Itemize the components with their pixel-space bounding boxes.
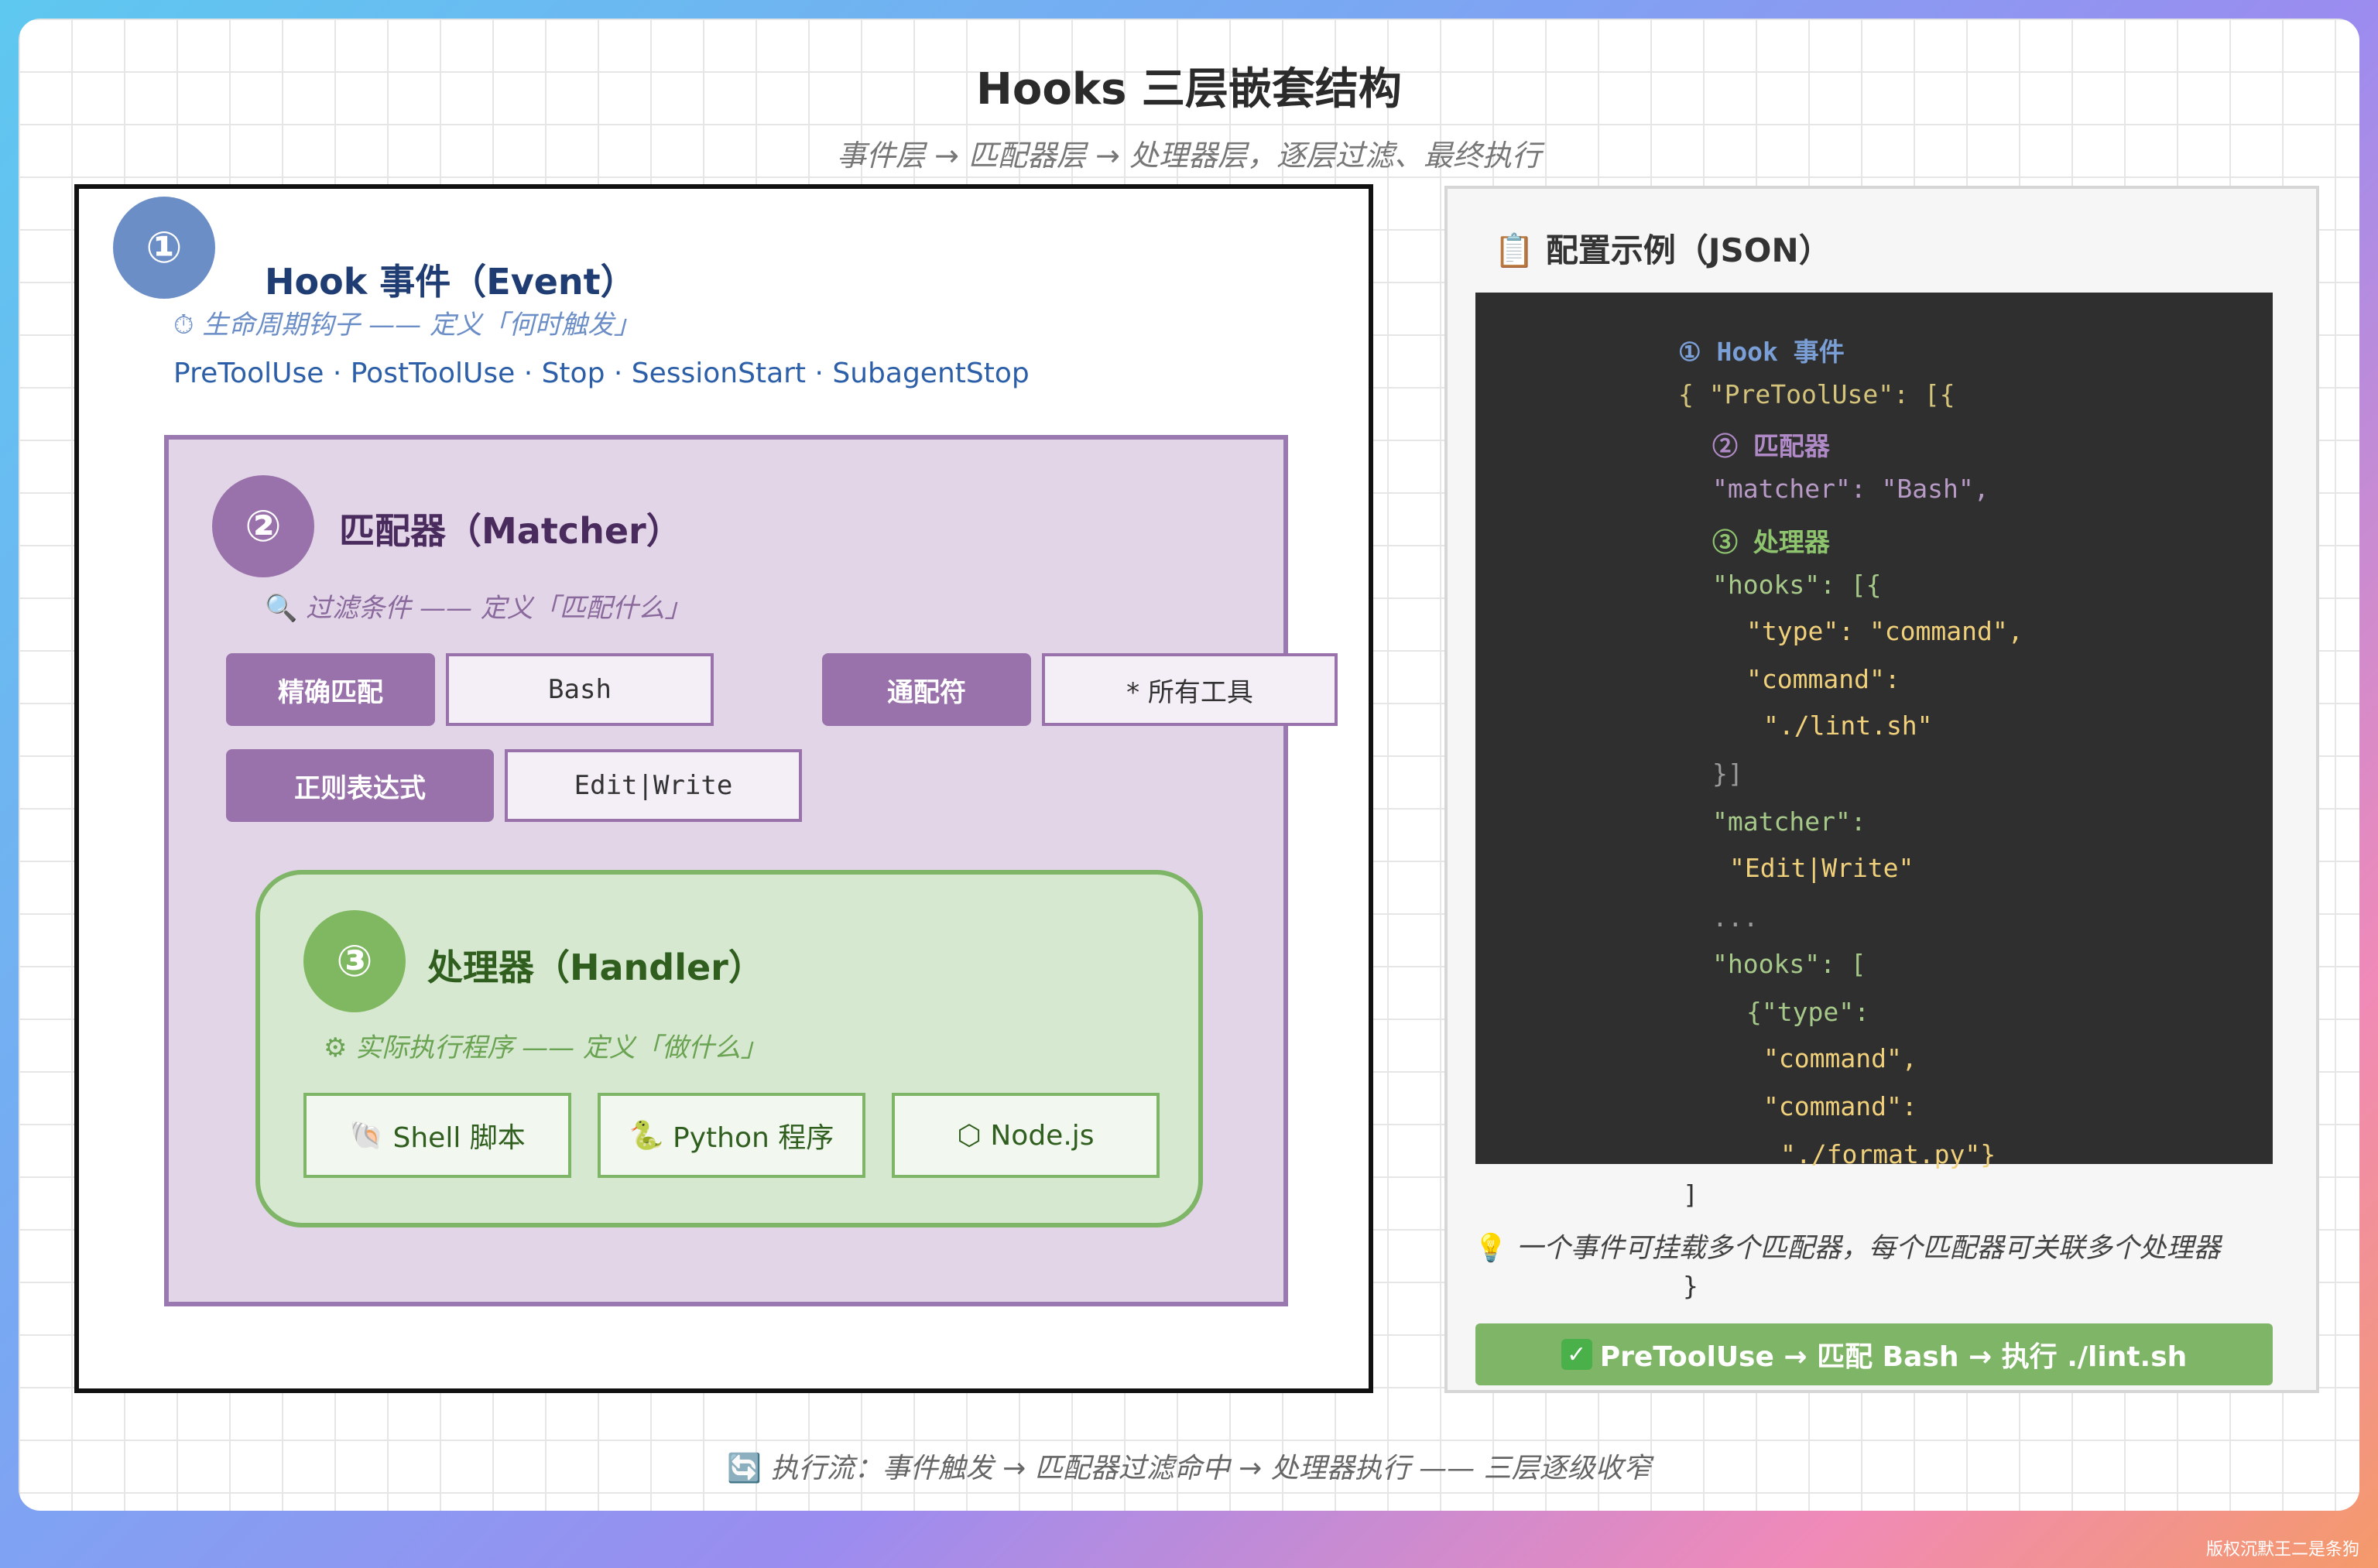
matcher-rule-value: * 所有工具 [1042,653,1338,726]
code-block: ① Hook 事件 { "PreToolUse": [{ ② 匹配器 "matc… [1475,293,2273,1169]
matcher-number-badge: ② [212,475,314,577]
handler-subtitle: ⚙ 实际执行程序 —— 定义「做什么」 [324,1026,767,1064]
snake-icon: 🐍 [629,1120,664,1152]
code-line: {"type": [1746,997,1869,1027]
hexagon-icon: ⬡ [957,1119,982,1152]
execution-example-bar: ✓ PreToolUse → 匹配 Bash → 执行 ./lint.sh [1475,1323,2273,1385]
lightbulb-icon: 💡 [1474,1233,1508,1264]
tip-text: 💡 一个事件可挂载多个匹配器，每个匹配器可关联多个处理器 [1474,1226,2221,1265]
matcher-rule-value: Bash [446,653,714,726]
handler-subtitle-text: 实际执行程序 —— 定义「做什么」 [355,1032,767,1063]
matcher-title: 匹配器（Matcher） [339,510,682,552]
matcher-rule-label: 通配符 [822,653,1031,726]
code-line: "./lint.sh" [1763,710,1933,741]
event-number-badge: ① [113,197,215,299]
handler-type-shell: 🐚 Shell 脚本 [303,1093,571,1178]
handler-title: 处理器（Handler） [427,947,764,988]
config-title-text: 配置示例（JSON） [1545,231,1831,269]
code-line: "hooks": [{ [1712,570,1882,600]
code-line: "hooks": [ [1712,949,1866,979]
footer-text: 执行流：事件触发 → 匹配器过滤命中 → 处理器执行 —— 三层逐级收窄 [770,1453,1651,1484]
code-comment-event: ① Hook 事件 [1678,337,1845,367]
matcher-rule-label: 精确匹配 [226,653,435,726]
handler-number-badge: ③ [303,910,406,1012]
handler-layer: ③ 处理器（Handler） ⚙ 实际执行程序 —— 定义「做什么」 🐚 She… [255,870,1203,1227]
code-line: "matcher": "Bash", [1712,474,1989,504]
event-layer: ① Hook 事件（Event） ⏱ 生命周期钩子 —— 定义「何时触发」 Pr… [74,184,1373,1393]
handler-type-node: ⬡ Node.js [892,1093,1160,1178]
matcher-subtitle-text: 过滤条件 —— 定义「匹配什么」 [306,593,691,624]
code-line: ] [1683,1179,1698,1210]
code-comment-handler: ③ 处理器 [1712,527,1830,557]
code-line: } [1683,1271,1698,1301]
event-title: Hook 事件（Event） [265,261,636,303]
gear-icon: ⚙ [324,1032,348,1063]
code-line: ... [1712,902,1759,933]
handler-type-label: Node.js [990,1119,1095,1152]
code-line: }] [1712,758,1743,789]
handler-type-label: Shell 脚本 [392,1122,526,1154]
code-line: "type": "command", [1746,616,2023,646]
watermark: 版权沉默王二是条狗 [2205,1540,2359,1559]
matcher-subtitle: 🔍 过滤条件 —— 定义「匹配什么」 [265,587,691,625]
code-line: "command": [1763,1091,1917,1121]
page-title: Hooks 三层嵌套结构 [976,64,1402,115]
code-line: "./format.py"} [1780,1139,1996,1169]
code-comment-matcher: ② 匹配器 [1712,431,1830,461]
page-subtitle: 事件层 → 匹配器层 → 处理器层，逐层过滤、最终执行 [837,139,1541,173]
search-icon: 🔍 [265,593,298,624]
code-line: { "PreToolUse": [{ [1678,379,1955,409]
matcher-layer: ② 匹配器（Matcher） 🔍 过滤条件 —— 定义「匹配什么」 精确匹配 B… [164,435,1338,1306]
code-line: "command", [1763,1043,1917,1073]
code-line: "Edit|Write" [1729,853,1914,883]
event-list: PreToolUse · PostToolUse · Stop · Sessio… [173,358,1030,389]
handler-type-python: 🐍 Python 程序 [598,1093,865,1178]
config-title: 📋 配置示例（JSON） [1494,224,1831,272]
event-subtitle-text: 生命周期钩子 —— 定义「何时触发」 [202,310,640,341]
execution-example-text: PreToolUse → 匹配 Bash → 执行 ./lint.sh [1599,1341,2188,1373]
code-line: "command": [1746,664,1900,694]
footer-caption: 🔄 执行流：事件触发 → 匹配器过滤命中 → 处理器执行 —— 三层逐级收窄 [19,1446,2359,1486]
config-panel: 📋 配置示例（JSON） ① Hook 事件 { "PreToolUse": [… [1444,186,2319,1393]
event-subtitle: ⏱ 生命周期钩子 —— 定义「何时触发」 [173,303,640,341]
diagram-canvas: Hooks 三层嵌套结构 事件层 → 匹配器层 → 处理器层，逐层过滤、最终执行… [19,19,2359,1511]
shell-icon: 🐚 [349,1120,385,1152]
matcher-rule-value: Edit|Write [505,749,802,822]
tip-text-content: 一个事件可挂载多个匹配器，每个匹配器可关联多个处理器 [1516,1233,2221,1264]
checkmark-icon: ✓ [1561,1339,1592,1370]
matcher-rule-label: 正则表达式 [226,749,494,822]
clipboard-icon: 📋 [1494,231,1535,269]
refresh-icon: 🔄 [727,1453,762,1484]
code-line: "matcher": [1712,806,1866,837]
handler-type-label: Python 程序 [673,1122,834,1154]
timer-icon: ⏱ [173,310,194,341]
